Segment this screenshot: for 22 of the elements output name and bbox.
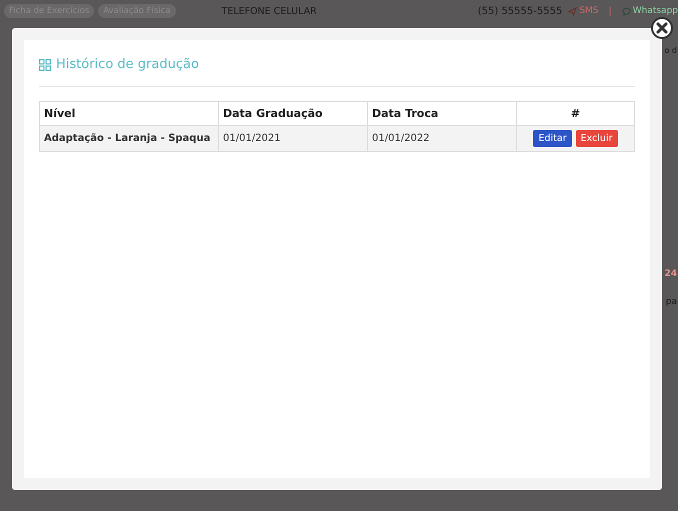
- delete-button[interactable]: Excluir: [576, 130, 618, 147]
- column-header: #: [516, 102, 634, 126]
- phone-number: (55) 55555-5555: [478, 6, 562, 16]
- send-icon: [568, 6, 578, 16]
- close-icon: [656, 22, 668, 34]
- whatsapp-link[interactable]: Whatsapp: [622, 6, 678, 16]
- text-fragment: pa: [666, 297, 677, 307]
- close-button[interactable]: [651, 17, 673, 39]
- text-fragment: 24: [664, 269, 677, 279]
- grid-icon: [39, 59, 51, 71]
- text-fragment: o d: [664, 46, 677, 55]
- column-header: Nível: [40, 102, 218, 126]
- table-cell: 01/01/2021: [218, 126, 368, 152]
- modal-title: Histórico de gradução: [39, 56, 635, 74]
- chat-icon: [622, 6, 631, 16]
- table-cell: 01/01/2022: [368, 126, 516, 152]
- table-cell: Adaptação - Laranja - Spaqua: [40, 126, 218, 152]
- separator: |: [608, 6, 612, 16]
- column-header: Data Graduação: [218, 102, 368, 126]
- column-header: Data Troca: [368, 102, 516, 126]
- phone-label: TELEFONE CELULAR: [222, 6, 317, 16]
- edit-button[interactable]: Editar: [533, 130, 572, 147]
